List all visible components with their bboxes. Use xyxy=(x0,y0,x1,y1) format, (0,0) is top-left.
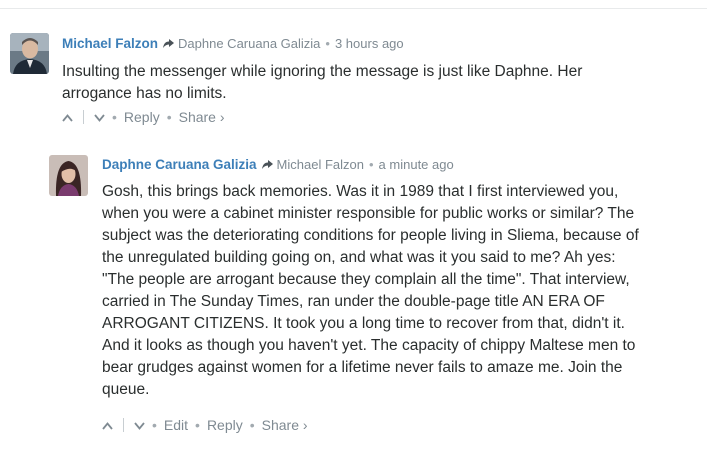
upvote-button[interactable] xyxy=(102,417,113,433)
avatar[interactable] xyxy=(10,33,49,74)
comment-text: Insulting the messenger while ignoring t… xyxy=(62,61,682,105)
comment-line: Gosh, this brings back memories. Was it … xyxy=(102,183,619,200)
comment-line: ARROGANT CITIZENS. It took you a long ti… xyxy=(102,315,625,332)
comment-line: Insulting the messenger while ignoring t… xyxy=(62,63,583,80)
timestamp[interactable]: a minute ago xyxy=(379,157,454,172)
edit-link[interactable]: Edit xyxy=(164,417,188,433)
reply-to-name[interactable]: Michael Falzon xyxy=(277,157,364,172)
share-link[interactable]: Share › xyxy=(262,417,308,433)
author-name[interactable]: Daphne Caruana Galizia xyxy=(102,157,257,172)
comment-line: bear grudges against women for a lifetim… xyxy=(102,359,623,376)
avatar[interactable] xyxy=(49,155,88,196)
upvote-icon xyxy=(62,109,73,125)
upvote-icon xyxy=(102,417,113,433)
comment-line: carried in The Sunday Times, ran under t… xyxy=(102,293,605,310)
comment-line: And it looks as though you haven't yet. … xyxy=(102,337,636,354)
reply-arrow-icon xyxy=(261,158,274,173)
comment-text: Gosh, this brings back memories. Was it … xyxy=(102,181,702,401)
downvote-button[interactable] xyxy=(134,417,145,433)
comment-line: subject was the deteriorating conditions… xyxy=(102,227,639,244)
timestamp[interactable]: 3 hours ago xyxy=(335,36,404,51)
comment-footer: • Edit • Reply • Share › xyxy=(102,417,308,433)
author-name[interactable]: Michael Falzon xyxy=(62,36,158,51)
comment-line: when you were a cabinet minister respons… xyxy=(102,205,635,222)
reply-to-name[interactable]: Daphne Caruana Galizia xyxy=(178,36,320,51)
downvote-icon xyxy=(134,417,145,433)
upvote-button[interactable] xyxy=(62,109,73,125)
reply-link[interactable]: Reply xyxy=(207,417,243,433)
top-divider xyxy=(0,0,707,9)
comment-line: queue. xyxy=(102,381,150,398)
comment-line: arrogance has no limits. xyxy=(62,85,227,102)
downvote-icon xyxy=(94,109,105,125)
comment-header: Daphne Caruana Galizia Michael Falzon • a m… xyxy=(102,157,454,173)
reply-link[interactable]: Reply xyxy=(124,109,160,125)
comment-footer: • Reply • Share › xyxy=(62,109,225,125)
comment-header: Michael Falzon Daphne Caruana Galizia • 3 h… xyxy=(62,36,404,52)
share-link[interactable]: Share › xyxy=(179,109,225,125)
downvote-button[interactable] xyxy=(94,109,105,125)
reply-arrow-icon xyxy=(162,37,175,52)
comment-line: the unregulated building going on, and w… xyxy=(102,249,616,266)
comment-line: "The people are arrogant because they co… xyxy=(102,271,630,288)
